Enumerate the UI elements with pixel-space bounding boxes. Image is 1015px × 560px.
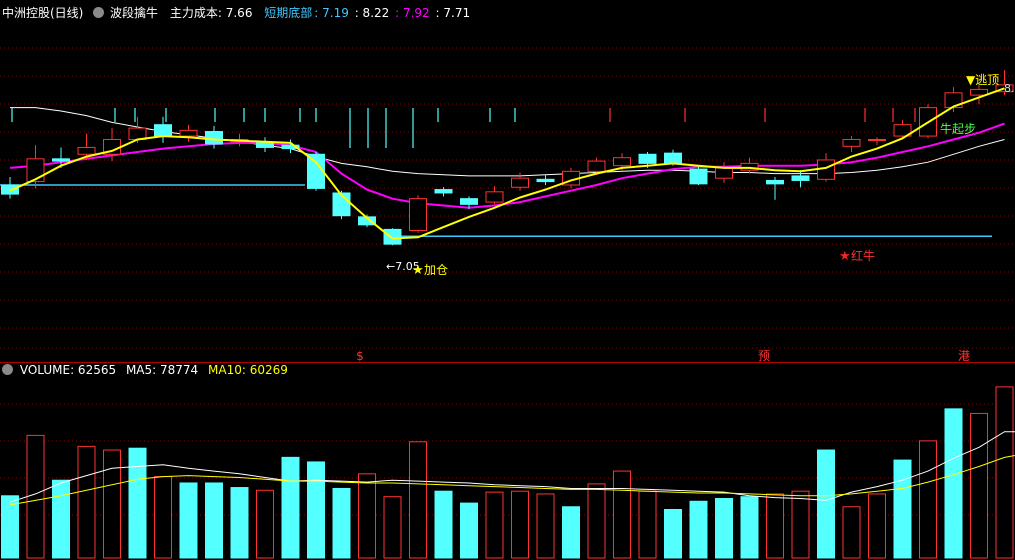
volume-bar <box>1 495 19 559</box>
volume-bar <box>817 449 835 559</box>
volume-bar <box>409 441 427 559</box>
bottom-value-2: : 8.22 <box>354 6 390 20</box>
stock-label[interactable]: 中洲控股(日线) <box>2 6 83 20</box>
volume-bar <box>307 461 325 559</box>
indicator-settings-icon[interactable] <box>93 7 105 18</box>
candle-body <box>868 138 886 141</box>
volume-bar <box>52 479 70 559</box>
candle-body <box>409 198 427 232</box>
candle-body <box>791 175 810 181</box>
candle-body <box>766 179 784 185</box>
candle-body <box>485 191 504 203</box>
volume-bar <box>638 490 657 559</box>
candle-body <box>613 157 631 167</box>
volume-bar <box>893 459 912 559</box>
volume-bar <box>256 489 274 559</box>
candle-body <box>587 160 606 172</box>
red-bull-label: 红牛 <box>851 248 875 263</box>
marker-yu: 预 <box>758 349 770 363</box>
volume-bar <box>154 476 172 559</box>
add-position-star-icon: ★ <box>412 263 424 278</box>
candle-body <box>715 167 733 179</box>
volume-bar <box>689 500 708 559</box>
candle-body <box>638 153 657 164</box>
volume-bar <box>791 490 810 559</box>
volume-bar <box>230 487 249 559</box>
ma-yellow-line <box>9 87 1005 240</box>
indicator-name[interactable]: 波段擒牛 <box>110 6 158 20</box>
cost-label: 主力成本: 7.66 <box>169 6 253 20</box>
volume-bar <box>919 440 937 559</box>
volume-bar <box>332 487 351 559</box>
right-cut-value: 8. <box>1004 82 1015 95</box>
volume-label: VOLUME: 62565 <box>19 363 117 377</box>
volume-bar <box>562 506 580 559</box>
volume-bar <box>358 473 376 559</box>
red-bull-star-icon: ★ <box>839 249 851 264</box>
escape-top-label: ▼逃顶 <box>966 73 999 87</box>
candle-body <box>256 142 274 148</box>
chart-header: 中洲控股(日线) 波段擒牛 主力成本: 7.66 短期底部: 7.19 : 8.… <box>2 4 472 21</box>
candle-body <box>689 168 708 185</box>
volume-bar <box>434 490 453 559</box>
volume-bar <box>587 483 606 559</box>
candle-body <box>511 177 529 188</box>
candle-body <box>664 152 682 164</box>
candle-body <box>842 138 861 147</box>
volume-bar <box>485 491 504 559</box>
candle-body <box>383 228 402 245</box>
bottom-label: 短期底部 <box>264 6 313 20</box>
candle-body <box>434 189 453 194</box>
volume-bar <box>868 493 886 559</box>
bottom-value-1: : 7.19 <box>314 6 349 20</box>
candle-body <box>154 124 172 137</box>
volume-bar <box>536 493 555 559</box>
ma5-label: MA5: 78774 <box>125 363 199 377</box>
volume-bar <box>383 496 402 559</box>
volume-bar <box>205 482 223 559</box>
ma10-label: MA10: 60269 <box>208 363 288 377</box>
volume-bar <box>970 412 988 559</box>
volume-bar <box>944 408 963 559</box>
bull-start-label: 牛起步 <box>940 121 976 136</box>
bottom-value-4: : 7.71 <box>435 6 471 20</box>
candle-body <box>205 131 223 145</box>
candle-body <box>536 178 555 183</box>
volume-bar <box>26 434 45 559</box>
volume-bar <box>766 493 784 559</box>
candle-body <box>460 198 478 205</box>
candle-body <box>179 129 198 137</box>
volume-bar <box>995 386 1014 559</box>
volume-bar <box>842 506 861 559</box>
volume-settings-icon[interactable] <box>2 364 13 375</box>
bottom-value-3: : 7.92 <box>395 6 430 20</box>
volume-bar <box>179 482 198 559</box>
volume-bar <box>740 496 759 559</box>
marker-gang: 港 <box>958 349 970 363</box>
volume-header: VOLUME: 62565 MA5: 78774 MA10: 60269 <box>2 363 290 377</box>
candle-body <box>1 184 19 195</box>
volume-bar <box>613 470 631 559</box>
volume-bar <box>103 449 121 559</box>
volume-bar <box>460 502 478 559</box>
volume-bar <box>511 490 529 559</box>
volume-bar <box>664 509 682 559</box>
candle-body <box>77 146 96 155</box>
volume-bar <box>128 447 147 559</box>
volume-bar <box>77 445 96 559</box>
volume-bar <box>715 498 733 559</box>
volume-bar <box>281 456 300 559</box>
stock-chart: ←7.05★ 加仓★ 红牛牛起步▼逃顶8.$ 预港 <box>0 47 1015 559</box>
marker-dollar: $ <box>356 349 364 363</box>
add-position-label: 加仓 <box>424 263 448 277</box>
candle-body <box>52 158 70 162</box>
